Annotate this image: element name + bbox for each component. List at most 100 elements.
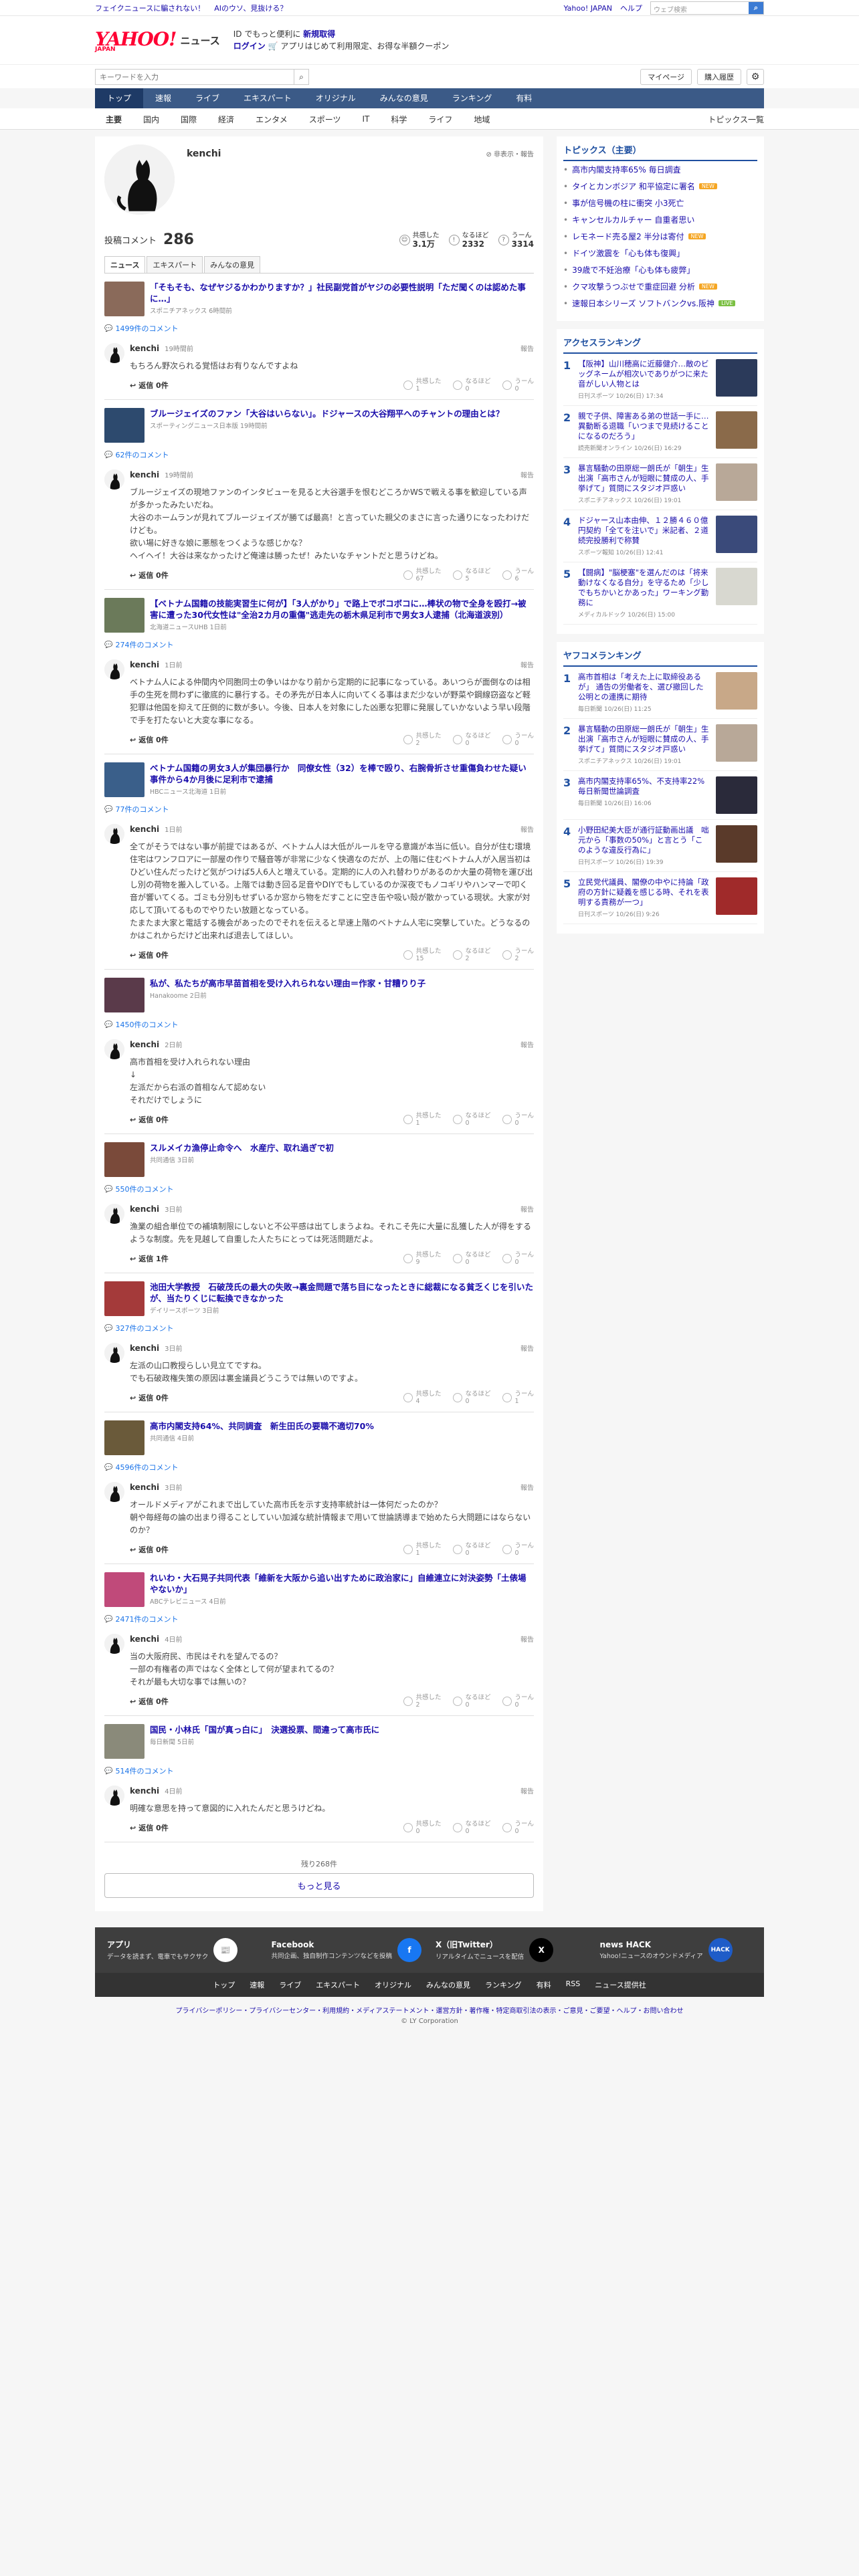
nav-item[interactable]: みんなの意見 <box>368 88 440 108</box>
rank-thumbnail[interactable] <box>716 568 757 605</box>
yahoo-news-logo[interactable]: YAHOO! JAPAN ニュース <box>95 28 220 53</box>
insight-vote-button[interactable]: なるほど 0 <box>453 378 490 393</box>
nav-item[interactable]: ランキング <box>440 88 504 108</box>
rank-thumbnail[interactable] <box>716 359 757 397</box>
rank-thumbnail[interactable] <box>716 825 757 863</box>
keyword-input[interactable] <box>96 72 294 82</box>
comment-count-link[interactable]: 💬 4596件のコメント <box>104 1462 534 1473</box>
rank-title[interactable]: 【阪神】山川穂高に近藤健介…敵のビッグネームが相次いでありがつに来た音がしい人物… <box>578 359 710 389</box>
subnav-item[interactable]: ライフ <box>417 114 463 125</box>
hide-report-link[interactable]: ⊘ 非表示・報告 <box>486 148 534 158</box>
nav-item[interactable]: ライブ <box>183 88 231 108</box>
rank-title[interactable]: 立民党代議員、閣僚の中やに持論「政府の方針に疑義を感じる時、それを表明する責務が… <box>578 877 710 907</box>
subnav-item[interactable]: 地域 <box>463 114 500 125</box>
comment-author[interactable]: kenchi <box>130 1483 159 1492</box>
article-link[interactable]: 高市内閣支持64%、共同調査 新生田氏の要職不適切70% 共同通信 4日前 <box>104 1420 534 1455</box>
report-button[interactable]: 報告 <box>520 1343 534 1353</box>
purchase-history-button[interactable]: 購入履歴 <box>697 69 741 85</box>
reply-button[interactable]: ↩ 返信 1件 <box>130 1253 169 1264</box>
reply-button[interactable]: ↩ 返信 0件 <box>130 734 169 745</box>
article-link[interactable]: ブルージェイズのファン「大谷はいらない」。ドジャースの大谷翔平へのチャントの理由… <box>104 408 534 443</box>
insight-vote-button[interactable]: なるほど 0 <box>453 1112 490 1127</box>
comment-author[interactable]: kenchi <box>130 1634 159 1644</box>
footer-nav-item[interactable]: オリジナル <box>375 1979 411 1990</box>
legal-links[interactable]: プライバシーポリシー・プライバシーセンター・利用規約・メディアステートメント・運… <box>95 1997 764 2018</box>
mypage-button[interactable]: マイページ <box>640 69 692 85</box>
footer-nav-item[interactable]: トップ <box>213 1979 235 1990</box>
article-title[interactable]: れいわ・大石晃子共同代表「維新を大阪から追い出すために政治家に」自維連立に対決姿… <box>150 1572 534 1595</box>
hmm-vote-button[interactable]: うーん 2 <box>502 948 534 962</box>
article-thumbnail[interactable] <box>104 1281 145 1316</box>
article-title[interactable]: ブルージェイズのファン「大谷はいらない」。ドジャースの大谷翔平へのチャントの理由… <box>150 408 504 419</box>
comment-author[interactable]: kenchi <box>130 1786 159 1796</box>
footer-nav-item[interactable]: 有料 <box>537 1979 551 1990</box>
report-button[interactable]: 報告 <box>520 469 534 479</box>
empathy-vote-button[interactable]: 共感した 67 <box>403 568 441 582</box>
comment-count-link[interactable]: 💬 550件のコメント <box>104 1184 534 1194</box>
footer-nav-item[interactable]: RSS <box>566 1979 581 1990</box>
reply-button[interactable]: ↩ 返信 0件 <box>130 1544 169 1555</box>
ranking-item[interactable]: 4 小野田紀美大臣が通行証動画出議 咄元から「事数の50%」と言とう「このような違… <box>563 820 757 872</box>
article-title[interactable]: ベトナム国籍の男女3人が集団暴行か 同僚女性（32）を棒で殴り、右腕骨折させ重傷… <box>150 762 535 785</box>
footer-nav-item[interactable]: みんなの意見 <box>426 1979 470 1990</box>
topic-item[interactable]: タイとカンボジア 和平協定に署名NEW <box>563 178 757 195</box>
empathy-vote-button[interactable]: 共感した 2 <box>403 1694 441 1709</box>
subnav-item[interactable]: スポーツ <box>298 114 352 125</box>
report-button[interactable]: 報告 <box>520 1204 534 1214</box>
comment-author[interactable]: kenchi <box>130 825 159 834</box>
article-link[interactable]: 池田大学教授 石破茂氏の最大の失敗→裏金問題で落ち目になったときに総裁になる貧乏… <box>104 1281 534 1316</box>
subnav-item[interactable]: 経済 <box>207 114 245 125</box>
topbar-link-ai[interactable]: AIのウソ、見抜ける？ <box>214 3 287 13</box>
rank-title[interactable]: 高市首相は「考えた上に取締役あるが」 通告の労働者を、選び撤回した公明との連携に… <box>578 672 710 702</box>
footer-service[interactable]: X（旧Twitter） リアルタイムでニュースを配信 X <box>436 1938 588 1962</box>
tab-0[interactable]: ニュース <box>104 256 146 273</box>
rank-thumbnail[interactable] <box>716 776 757 814</box>
topic-item[interactable]: キャンセルカルチャー 自重者思い <box>563 211 757 228</box>
empathy-vote-button[interactable]: 共感した 1 <box>403 1112 441 1127</box>
ranking-item[interactable]: 1 高市首相は「考えた上に取締役あるが」 通告の労働者を、選び撤回した公明との連携… <box>563 667 757 719</box>
ranking-item[interactable]: 5 【闘病】"脳梗塞"を選んだのは「将来動けなくなる自分」を守るため「少しでもちか… <box>563 562 757 625</box>
article-title[interactable]: 国民・小林氏「国が真っ白に」 決選投票、間違って高市氏に <box>150 1724 379 1735</box>
comment-author[interactable]: kenchi <box>130 660 159 669</box>
web-search-box[interactable]: ウェブ検索 ⌕ <box>650 1 764 15</box>
comment-count-link[interactable]: 💬 62件のコメント <box>104 449 534 460</box>
insight-vote-button[interactable]: なるほど 0 <box>453 1694 490 1709</box>
hmm-vote-button[interactable]: うーん 0 <box>502 1251 534 1266</box>
login-link[interactable]: ログイン <box>233 41 266 51</box>
topic-item[interactable]: 39歳で不妊治療「心も体も疲弊」 <box>563 261 757 278</box>
hmm-vote-button[interactable]: うーん 6 <box>502 568 534 582</box>
footer-nav-item[interactable]: ライブ <box>279 1979 301 1990</box>
nav-item[interactable]: 速報 <box>143 88 183 108</box>
rank-thumbnail[interactable] <box>716 877 757 915</box>
rank-thumbnail[interactable] <box>716 672 757 710</box>
report-button[interactable]: 報告 <box>520 1634 534 1644</box>
footer-service[interactable]: Facebook 共同企画、独自制作コンテンツなどを投稿 f <box>272 1938 424 1962</box>
tab-2[interactable]: みんなの意見 <box>204 256 261 273</box>
comment-count-link[interactable]: 💬 2471件のコメント <box>104 1614 534 1624</box>
reply-button[interactable]: ↩ 返信 0件 <box>130 950 169 960</box>
article-link[interactable]: 「そもそも、なぜヤジるかわかりますか？」社民副党首がヤジの必要性説明「ただ聞くの… <box>104 282 534 316</box>
reply-button[interactable]: ↩ 返信 0件 <box>130 570 169 580</box>
hmm-vote-button[interactable]: うーん 0 <box>502 732 534 747</box>
nav-item[interactable]: 有料 <box>504 88 544 108</box>
ranking-item[interactable]: 3 暴言騒動の田原総一朗氏が「朝生」生出演「高市さんが短眼に賛成の人、手挙げて」質… <box>563 458 757 510</box>
empathy-vote-button[interactable]: 共感した 15 <box>403 948 441 962</box>
reply-button[interactable]: ↩ 返信 0件 <box>130 1114 169 1125</box>
article-title[interactable]: 【ベトナム国籍の技能実習生に何が】「3人がかり」で路上でボコボコに…棒状の物で全… <box>150 598 534 621</box>
subnav-item[interactable]: 科学 <box>380 114 417 125</box>
topics-list-link[interactable]: トピックス一覧 <box>708 114 764 125</box>
empathy-vote-button[interactable]: 共感した 2 <box>403 732 441 747</box>
topic-item[interactable]: レモネード売る屋2 半分は寄付 NEW <box>563 228 757 245</box>
ranking-item[interactable]: 2 暴言騒動の田原総一朗氏が「朝生」生出演「高市さんが短眼に賛成の人、手挙げて」質… <box>563 719 757 771</box>
hmm-vote-button[interactable]: うーん 0 <box>502 1112 534 1127</box>
hmm-vote-button[interactable]: うーん 0 <box>502 1820 534 1835</box>
reply-button[interactable]: ↩ 返信 0件 <box>130 1392 169 1403</box>
insight-vote-button[interactable]: なるほど 2 <box>453 948 490 962</box>
hmm-vote-button[interactable]: うーん 1 <box>502 1390 534 1405</box>
topic-item[interactable]: 高市内閣支持率65% 毎日調査 <box>563 161 757 178</box>
comment-count-link[interactable]: 💬 274件のコメント <box>104 639 534 650</box>
help-link[interactable]: ヘルプ <box>620 3 642 13</box>
report-button[interactable]: 報告 <box>520 824 534 834</box>
empathy-vote-button[interactable]: 共感した 1 <box>403 378 441 393</box>
article-link[interactable]: れいわ・大石晃子共同代表「維新を大阪から追い出すために政治家に」自維連立に対決姿… <box>104 1572 534 1607</box>
